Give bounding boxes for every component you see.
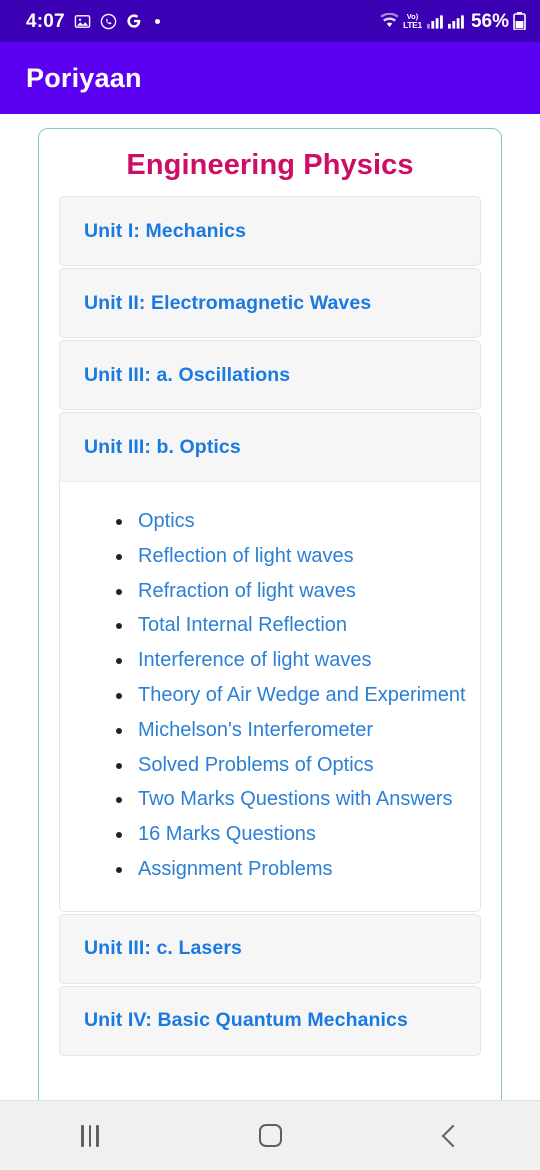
accordion-header-0[interactable]: Unit I: Mechanics	[59, 196, 481, 266]
volte-icon: Vo) LTE1	[403, 12, 422, 30]
accordion-header-label: Unit III: a. Oscillations	[84, 363, 291, 386]
topic-list-item[interactable]: 16 Marks Questions	[116, 817, 466, 852]
google-icon	[126, 13, 142, 29]
accordion-item: Unit III: c. Lasers	[59, 913, 481, 984]
page-title: Engineering Physics	[126, 149, 414, 181]
topic-list-item[interactable]: Interference of light waves	[116, 643, 466, 678]
accordion-panel-3: Optics Reflection of light waves Refractio…	[59, 482, 481, 912]
topic-list-item[interactable]: Michelson's Interferometer	[116, 713, 466, 748]
recents-icon	[81, 1124, 99, 1147]
accordion-item: Unit II: Electromagnetic Waves	[59, 268, 481, 338]
topic-list-item[interactable]: Optics	[116, 504, 466, 539]
wifi-icon	[380, 13, 399, 29]
accordion-header-label: Unit II: Electromagnetic Waves	[84, 291, 372, 314]
accordion-header-1[interactable]: Unit II: Electromagnetic Waves	[59, 268, 481, 338]
signal-bars-icon	[426, 14, 444, 29]
app-bar: Poriyaan	[0, 42, 540, 114]
topic-list-item[interactable]: Two Marks Questions with Answers	[116, 782, 466, 817]
content-area: Engineering Physics Unit I: Mechanics Uni…	[0, 114, 540, 1100]
accordion-header-5[interactable]: Unit IV: Basic Quantum Mechanics	[59, 985, 481, 1056]
units-accordion: Unit I: Mechanics Unit II: Electromagneti…	[39, 196, 501, 1056]
accordion-header-label: Unit III: b. Optics	[84, 435, 241, 458]
accordion-header-label: Unit I: Mechanics	[84, 219, 247, 242]
battery-icon	[513, 12, 526, 30]
accordion-item: Unit IV: Basic Quantum Mechanics	[59, 985, 481, 1056]
home-icon	[258, 1124, 282, 1147]
status-bar: 4:07 Vo) LTE1 56%	[0, 0, 540, 42]
accordion-header-label: Unit IV: Basic Quantum Mechanics	[84, 1009, 408, 1032]
topic-list: Optics Reflection of light waves Refractio…	[60, 504, 480, 887]
subject-card: Engineering Physics Unit I: Mechanics Uni…	[38, 128, 502, 1100]
photos-icon	[74, 13, 91, 30]
signal-bars-icon	[447, 14, 465, 29]
accordion-header-2[interactable]: Unit III: a. Oscillations	[59, 340, 481, 410]
status-bar-left: 4:07	[26, 12, 160, 31]
topic-list-item[interactable]: Theory of Air Wedge and Experiment	[116, 678, 466, 713]
system-nav-bar	[0, 1100, 540, 1170]
accordion-item: Unit III: b. Optics Optics Reflection of l…	[59, 412, 481, 912]
topic-list-item[interactable]: Solved Problems of Optics	[116, 748, 466, 783]
status-bar-right: Vo) LTE1 56%	[380, 12, 526, 31]
phone-screen: 4:07 Vo) LTE1 56% Poriyaan Engineering P…	[0, 0, 540, 1170]
whatsapp-icon	[100, 13, 117, 30]
accordion-header-3[interactable]: Unit III: b. Optics	[59, 412, 481, 482]
accordion-item: Unit III: a. Oscillations	[59, 340, 481, 410]
notification-dot-icon	[154, 18, 160, 24]
topic-list-item[interactable]: Refraction of light waves	[116, 574, 466, 609]
accordion-item: Unit I: Mechanics	[59, 196, 481, 266]
back-chevron-icon	[441, 1124, 464, 1147]
accordion-header-label: Unit III: c. Lasers	[84, 937, 242, 960]
status-time: 4:07	[26, 10, 65, 32]
home-button[interactable]	[225, 1101, 315, 1170]
recents-button[interactable]	[45, 1101, 135, 1170]
battery-percent-label: 56%	[470, 10, 509, 32]
accordion-header-4[interactable]: Unit III: c. Lasers	[59, 913, 481, 984]
back-button[interactable]	[405, 1101, 495, 1170]
app-title: Poriyaan	[26, 62, 142, 93]
topic-list-item[interactable]: Reflection of light waves	[116, 539, 466, 574]
topic-list-item[interactable]: Total Internal Reflection	[116, 608, 466, 643]
topic-list-item[interactable]: Assignment Problems	[116, 852, 466, 887]
